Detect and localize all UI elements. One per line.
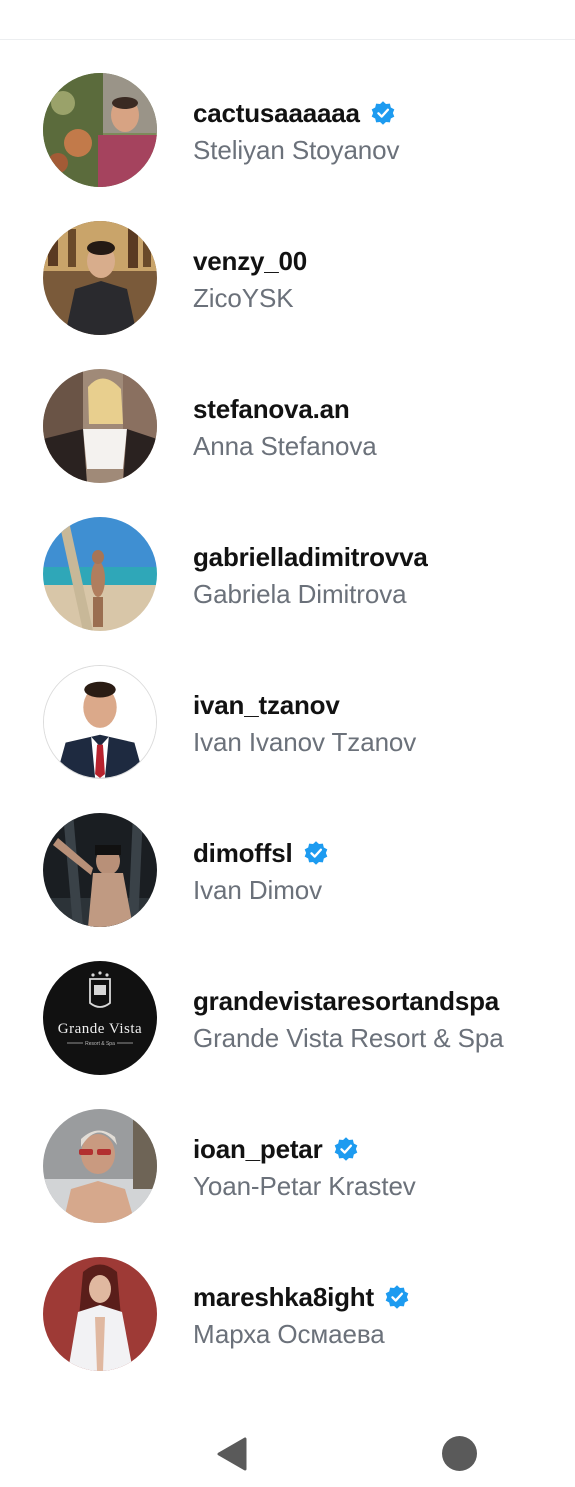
- following-list-screen: cactusaaaaaa Steliyan Stoyanov venzy_00 …: [0, 0, 575, 1487]
- username-line: ioan_petar: [193, 1132, 416, 1166]
- account-row[interactable]: ivan_tzanov Ivan Ivanov Tzanov: [0, 632, 575, 780]
- full-name: Steliyan Stoyanov: [193, 135, 400, 165]
- username-line: grandevistaresortandspa: [193, 984, 504, 1018]
- logo-subtext: Resort & Spa: [85, 1041, 115, 1047]
- account-row[interactable]: gabrielladimitrovva Gabriela Dimitrova: [0, 484, 575, 632]
- username[interactable]: dimoffsl: [193, 838, 293, 869]
- full-name: ZicoYSK: [193, 283, 294, 313]
- logo-text: Grande Vista: [58, 1021, 142, 1037]
- username[interactable]: venzy_00: [193, 246, 307, 277]
- full-name: Anna Stefanova: [193, 431, 377, 461]
- avatar[interactable]: [43, 369, 157, 483]
- home-circle-icon[interactable]: [442, 1436, 477, 1471]
- avatar[interactable]: [43, 517, 157, 631]
- account-row[interactable]: ioan_petar Yoan-Petar Krastev: [0, 1076, 575, 1224]
- account-row[interactable]: stefanova.an Anna Stefanova: [0, 336, 575, 484]
- account-names: dimoffsl Ivan Dimov: [193, 836, 329, 906]
- username[interactable]: grandevistaresortandspa: [193, 986, 499, 1017]
- full-name: Ivan Ivanov Tzanov: [193, 727, 417, 757]
- account-row[interactable]: mareshka8ight Марха Осмаева: [0, 1224, 575, 1372]
- verified-badge-icon: [385, 1285, 409, 1309]
- account-row[interactable]: cactusaaaaaa Steliyan Stoyanov: [0, 40, 575, 188]
- avatar[interactable]: Grande Vista Resort & Spa: [43, 961, 157, 1075]
- verified-badge-icon: [371, 101, 395, 125]
- avatar[interactable]: [43, 221, 157, 335]
- account-row[interactable]: venzy_00 ZicoYSK: [0, 188, 575, 336]
- account-names: venzy_00 ZicoYSK: [193, 244, 307, 314]
- full-name: Grande Vista Resort & Spa: [193, 1023, 504, 1053]
- verified-badge-icon: [334, 1137, 357, 1161]
- username[interactable]: ivan_tzanov: [193, 690, 340, 721]
- username-line: venzy_00: [193, 244, 307, 278]
- full-name: Gabriela Dimitrova: [193, 579, 407, 609]
- username-line: ivan_tzanov: [193, 688, 416, 722]
- full-name: Марха Осмаева: [193, 1319, 385, 1349]
- account-names: ivan_tzanov Ivan Ivanov Tzanov: [193, 688, 416, 758]
- verified-badge-icon: [304, 841, 327, 865]
- avatar[interactable]: [43, 73, 157, 187]
- username-line: mareshka8ight: [193, 1280, 410, 1314]
- username-line: stefanova.an: [193, 392, 377, 426]
- account-list: cactusaaaaaa Steliyan Stoyanov venzy_00 …: [0, 40, 575, 1372]
- back-triangle-icon[interactable]: [216, 1437, 248, 1471]
- full-name: Ivan Dimov: [193, 875, 323, 905]
- full-name: Yoan-Petar Krastev: [193, 1171, 416, 1201]
- username[interactable]: mareshka8ight: [193, 1282, 374, 1313]
- account-names: mareshka8ight Марха Осмаева: [193, 1280, 410, 1350]
- username-line: dimoffsl: [193, 836, 329, 870]
- account-names: gabrielladimitrovva Gabriela Dimitrova: [193, 540, 428, 610]
- avatar[interactable]: [43, 665, 157, 779]
- account-names: grandevistaresortandspa Grande Vista Res…: [193, 984, 504, 1054]
- system-navigation-bar: [0, 1415, 575, 1487]
- avatar[interactable]: [43, 1257, 157, 1371]
- account-row[interactable]: Grande Vista Resort & Spa grandevistares…: [0, 928, 575, 1076]
- username-line: gabrielladimitrovva: [193, 540, 428, 574]
- account-names: cactusaaaaaa Steliyan Stoyanov: [193, 96, 400, 166]
- account-row[interactable]: dimoffsl Ivan Dimov: [0, 780, 575, 928]
- username[interactable]: ioan_petar: [193, 1134, 323, 1165]
- username[interactable]: stefanova.an: [193, 394, 350, 425]
- username[interactable]: cactusaaaaaa: [193, 98, 360, 129]
- avatar[interactable]: [43, 1109, 157, 1223]
- avatar[interactable]: [43, 813, 157, 927]
- account-names: stefanova.an Anna Stefanova: [193, 392, 377, 462]
- account-names: ioan_petar Yoan-Petar Krastev: [193, 1132, 416, 1202]
- username[interactable]: gabrielladimitrovva: [193, 542, 428, 573]
- username-line: cactusaaaaaa: [193, 96, 399, 130]
